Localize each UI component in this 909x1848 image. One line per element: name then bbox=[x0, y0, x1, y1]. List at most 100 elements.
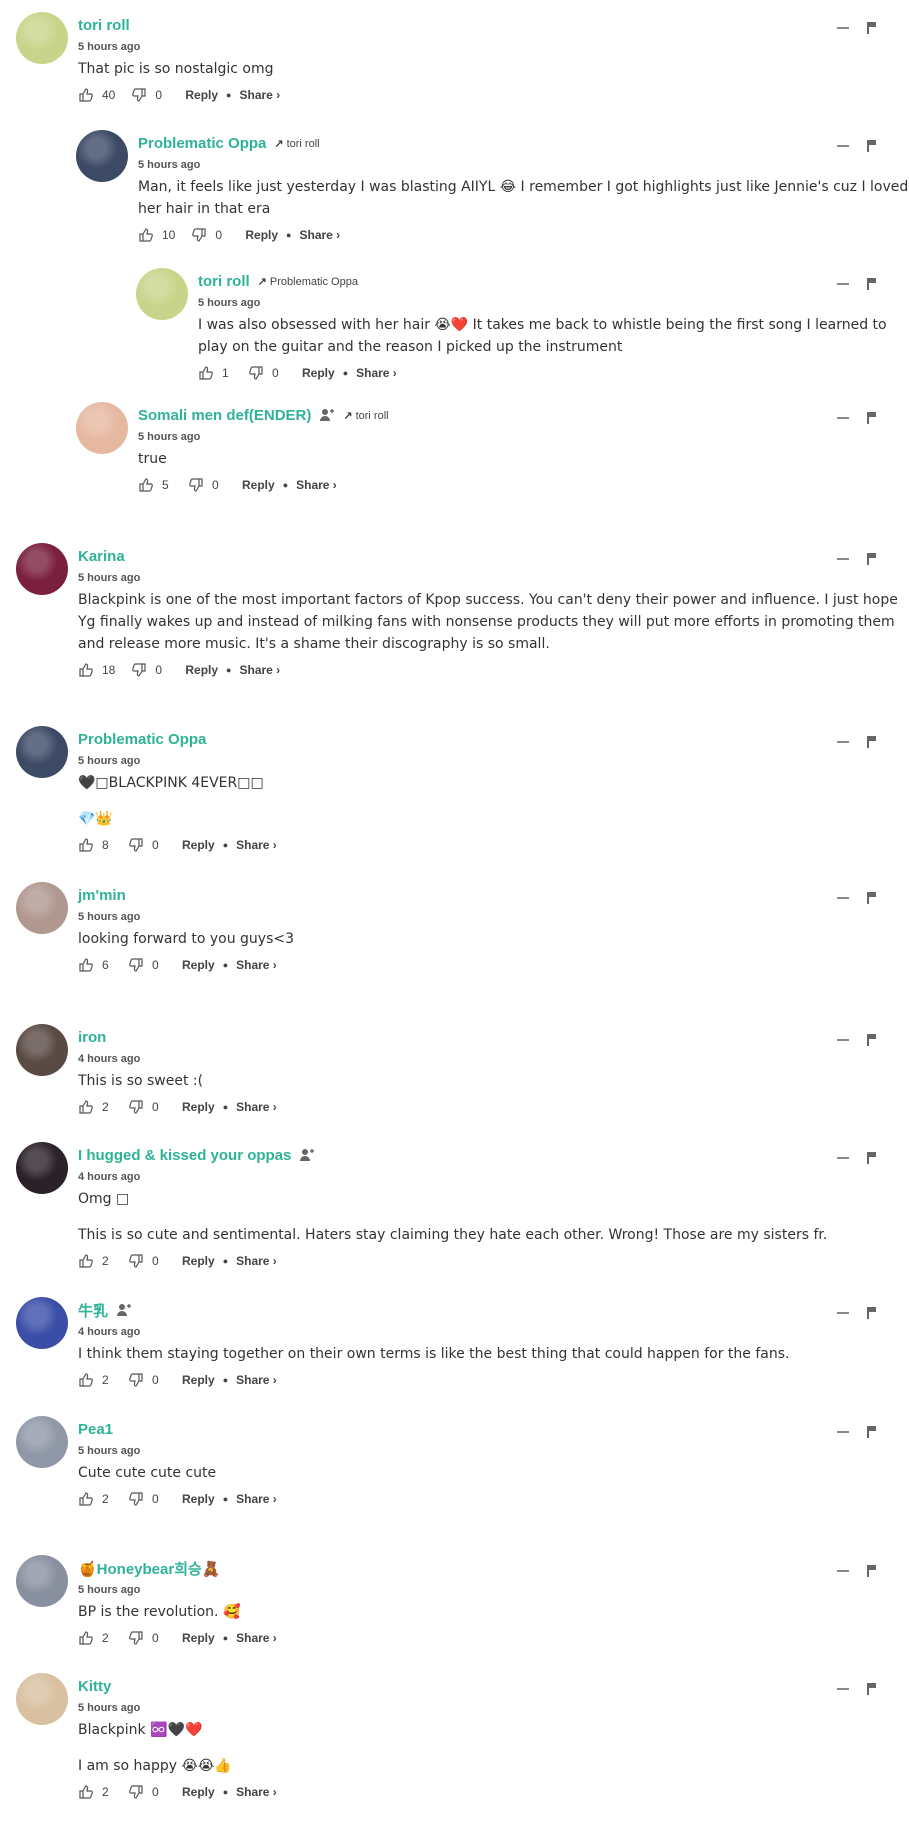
username[interactable]: jm'min bbox=[78, 887, 126, 904]
thumbs-up-icon[interactable] bbox=[78, 1630, 94, 1646]
thumbs-up-icon[interactable] bbox=[78, 1099, 94, 1115]
thumbs-down-icon[interactable] bbox=[128, 957, 144, 973]
share-button[interactable]: Share › bbox=[356, 366, 397, 380]
username[interactable]: iron bbox=[78, 1029, 106, 1046]
collapse-icon[interactable] bbox=[837, 897, 849, 899]
flag-icon[interactable] bbox=[867, 22, 877, 34]
reply-button[interactable]: Reply bbox=[242, 478, 275, 492]
thumbs-up-icon[interactable] bbox=[78, 1372, 94, 1388]
avatar[interactable] bbox=[76, 402, 128, 454]
avatar[interactable] bbox=[16, 1416, 68, 1468]
thumbs-up-icon[interactable] bbox=[78, 1784, 94, 1800]
flag-icon[interactable] bbox=[867, 1307, 877, 1319]
thumbs-down-icon[interactable] bbox=[128, 1491, 144, 1507]
share-button[interactable]: Share › bbox=[236, 1785, 277, 1799]
thumbs-up-icon[interactable] bbox=[78, 1253, 94, 1269]
thumbs-up-icon[interactable] bbox=[138, 477, 154, 493]
reply-to-label[interactable]: ↗ tori roll bbox=[343, 409, 388, 422]
reply-button[interactable]: Reply bbox=[182, 1785, 215, 1799]
collapse-icon[interactable] bbox=[837, 1312, 849, 1314]
flag-icon[interactable] bbox=[867, 553, 877, 565]
share-button[interactable]: Share › bbox=[236, 1631, 277, 1645]
share-button[interactable]: Share › bbox=[236, 838, 277, 852]
share-button[interactable]: Share › bbox=[236, 1100, 277, 1114]
avatar[interactable] bbox=[16, 543, 68, 595]
username[interactable]: I hugged & kissed your oppas bbox=[78, 1147, 291, 1164]
username[interactable]: Problematic Oppa bbox=[78, 731, 206, 748]
thumbs-down-icon[interactable] bbox=[128, 837, 144, 853]
flag-icon[interactable] bbox=[867, 140, 877, 152]
flag-icon[interactable] bbox=[867, 892, 877, 904]
thumbs-down-icon[interactable] bbox=[128, 1253, 144, 1269]
collapse-icon[interactable] bbox=[837, 1039, 849, 1041]
reply-button[interactable]: Reply bbox=[302, 366, 335, 380]
flag-icon[interactable] bbox=[867, 1034, 877, 1046]
flag-icon[interactable] bbox=[867, 412, 877, 424]
collapse-icon[interactable] bbox=[837, 1570, 849, 1572]
reply-button[interactable]: Reply bbox=[182, 1373, 215, 1387]
flag-icon[interactable] bbox=[867, 1565, 877, 1577]
share-button[interactable]: Share › bbox=[239, 663, 280, 677]
flag-icon[interactable] bbox=[867, 1683, 877, 1695]
thumbs-down-icon[interactable] bbox=[191, 227, 207, 243]
avatar[interactable] bbox=[76, 130, 128, 182]
thumbs-down-icon[interactable] bbox=[131, 87, 147, 103]
collapse-icon[interactable] bbox=[837, 283, 849, 285]
reply-button[interactable]: Reply bbox=[185, 88, 218, 102]
reply-button[interactable]: Reply bbox=[182, 838, 215, 852]
username[interactable]: tori roll bbox=[198, 273, 250, 290]
collapse-icon[interactable] bbox=[837, 741, 849, 743]
reply-to-label[interactable]: ↗ Problematic Oppa bbox=[258, 275, 358, 288]
collapse-icon[interactable] bbox=[837, 558, 849, 560]
follow-user-icon[interactable] bbox=[299, 1148, 315, 1162]
thumbs-down-icon[interactable] bbox=[128, 1784, 144, 1800]
reply-to-label[interactable]: ↗ tori roll bbox=[274, 137, 319, 150]
reply-button[interactable]: Reply bbox=[182, 1100, 215, 1114]
avatar[interactable] bbox=[16, 1297, 68, 1349]
follow-user-icon[interactable] bbox=[116, 1303, 132, 1317]
thumbs-down-icon[interactable] bbox=[188, 477, 204, 493]
username[interactable]: tori roll bbox=[78, 17, 130, 34]
flag-icon[interactable] bbox=[867, 1152, 877, 1164]
thumbs-up-icon[interactable] bbox=[78, 87, 94, 103]
collapse-icon[interactable] bbox=[837, 1688, 849, 1690]
collapse-icon[interactable] bbox=[837, 27, 849, 29]
reply-button[interactable]: Reply bbox=[182, 958, 215, 972]
username[interactable]: 牛乳 bbox=[78, 1300, 108, 1321]
flag-icon[interactable] bbox=[867, 278, 877, 290]
collapse-icon[interactable] bbox=[837, 1157, 849, 1159]
reply-button[interactable]: Reply bbox=[182, 1631, 215, 1645]
thumbs-down-icon[interactable] bbox=[248, 365, 264, 381]
thumbs-down-icon[interactable] bbox=[131, 662, 147, 678]
share-button[interactable]: Share › bbox=[236, 1492, 277, 1506]
reply-button[interactable]: Reply bbox=[182, 1254, 215, 1268]
thumbs-down-icon[interactable] bbox=[128, 1099, 144, 1115]
thumbs-up-icon[interactable] bbox=[78, 1491, 94, 1507]
flag-icon[interactable] bbox=[867, 1426, 877, 1438]
avatar[interactable] bbox=[16, 12, 68, 64]
share-button[interactable]: Share › bbox=[299, 228, 340, 242]
reply-button[interactable]: Reply bbox=[185, 663, 218, 677]
thumbs-up-icon[interactable] bbox=[78, 957, 94, 973]
follow-user-icon[interactable] bbox=[319, 408, 335, 422]
collapse-icon[interactable] bbox=[837, 145, 849, 147]
collapse-icon[interactable] bbox=[837, 1431, 849, 1433]
avatar[interactable] bbox=[16, 882, 68, 934]
username[interactable]: Karina bbox=[78, 548, 125, 565]
share-button[interactable]: Share › bbox=[239, 88, 280, 102]
share-button[interactable]: Share › bbox=[236, 958, 277, 972]
username[interactable]: Somali men def(ENDER) bbox=[138, 407, 311, 424]
username[interactable]: Pea1 bbox=[78, 1421, 113, 1438]
avatar[interactable] bbox=[136, 268, 188, 320]
avatar[interactable] bbox=[16, 1142, 68, 1194]
thumbs-down-icon[interactable] bbox=[128, 1372, 144, 1388]
avatar[interactable] bbox=[16, 1673, 68, 1725]
share-button[interactable]: Share › bbox=[236, 1373, 277, 1387]
avatar[interactable] bbox=[16, 1024, 68, 1076]
thumbs-up-icon[interactable] bbox=[78, 837, 94, 853]
collapse-icon[interactable] bbox=[837, 417, 849, 419]
share-button[interactable]: Share › bbox=[296, 478, 337, 492]
reply-button[interactable]: Reply bbox=[182, 1492, 215, 1506]
share-button[interactable]: Share › bbox=[236, 1254, 277, 1268]
thumbs-up-icon[interactable] bbox=[198, 365, 214, 381]
